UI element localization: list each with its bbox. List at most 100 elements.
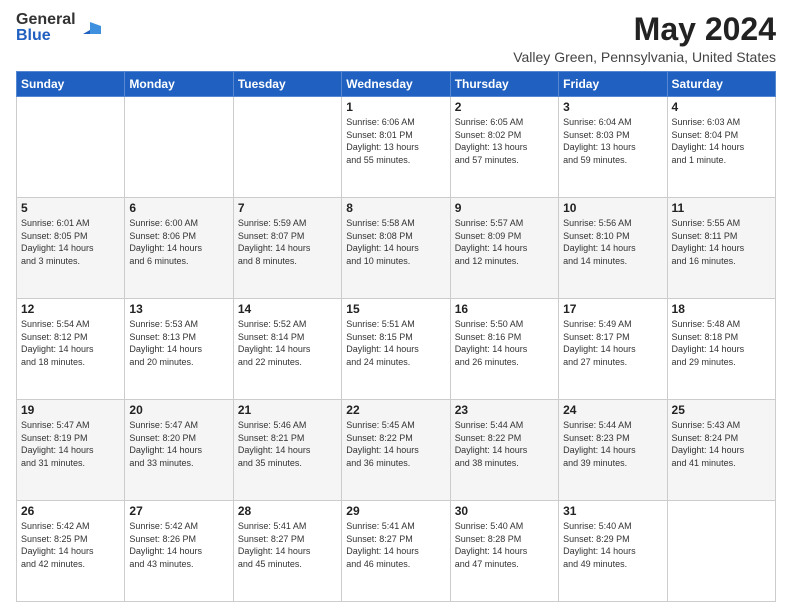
day-cell: 6 Sunrise: 6:00 AM Sunset: 8:06 PM Daylig… [125, 198, 233, 299]
col-monday: Monday [125, 72, 233, 97]
day-cell: 25Sunrise: 5:43 AM Sunset: 8:24 PM Dayli… [667, 400, 775, 501]
day-info: Sunrise: 5:44 AM Sunset: 8:22 PM Dayligh… [455, 419, 554, 469]
day-info: Sunrise: 5:48 AM Sunset: 8:18 PM Dayligh… [672, 318, 771, 368]
day-cell: 2Sunrise: 6:05 AM Sunset: 8:02 PM Daylig… [450, 97, 558, 198]
day-number: 4 [672, 100, 771, 114]
day-number: 30 [455, 504, 554, 518]
day-info: Sunrise: 5:41 AM Sunset: 8:27 PM Dayligh… [346, 520, 445, 570]
day-cell: 28Sunrise: 5:41 AM Sunset: 8:27 PM Dayli… [233, 501, 341, 602]
day-number: 17 [563, 302, 662, 316]
day-info: Sunrise: 5:45 AM Sunset: 8:22 PM Dayligh… [346, 419, 445, 469]
day-info: Sunrise: 5:52 AM Sunset: 8:14 PM Dayligh… [238, 318, 337, 368]
day-cell: 14 Sunrise: 5:52 AM Sunset: 8:14 PM Dayli… [233, 299, 341, 400]
day-number: 27 [129, 504, 228, 518]
day-info: Sunrise: 5:40 AM Sunset: 8:29 PM Dayligh… [563, 520, 662, 570]
day-info: Sunrise: 5:42 AM Sunset: 8:26 PM Dayligh… [129, 520, 228, 570]
title-block: May 2024 Valley Green, Pennsylvania, Uni… [513, 12, 776, 65]
day-info: Sunrise: 5:40 AM Sunset: 8:28 PM Dayligh… [455, 520, 554, 570]
day-cell [17, 97, 125, 198]
day-number: 24 [563, 403, 662, 417]
col-saturday: Saturday [667, 72, 775, 97]
logo-icon [79, 16, 101, 38]
day-info: Sunrise: 5:41 AM Sunset: 8:27 PM Dayligh… [238, 520, 337, 570]
week-row-1: 5 Sunrise: 6:01 AM Sunset: 8:05 PM Daylig… [17, 198, 776, 299]
day-info: Sunrise: 6:00 AM Sunset: 8:06 PM Dayligh… [129, 217, 228, 267]
day-number: 18 [672, 302, 771, 316]
day-cell: 11Sunrise: 5:55 AM Sunset: 8:11 PM Dayli… [667, 198, 775, 299]
day-cell: 15Sunrise: 5:51 AM Sunset: 8:15 PM Dayli… [342, 299, 450, 400]
day-number: 5 [21, 201, 120, 215]
day-number: 1 [346, 100, 445, 114]
day-info: Sunrise: 5:57 AM Sunset: 8:09 PM Dayligh… [455, 217, 554, 267]
day-cell: 31 Sunrise: 5:40 AM Sunset: 8:29 PM Dayli… [559, 501, 667, 602]
header-row: Sunday Monday Tuesday Wednesday Thursday… [17, 72, 776, 97]
day-info: Sunrise: 6:01 AM Sunset: 8:05 PM Dayligh… [21, 217, 120, 267]
day-number: 15 [346, 302, 445, 316]
day-cell: 22 Sunrise: 5:45 AM Sunset: 8:22 PM Dayli… [342, 400, 450, 501]
day-info: Sunrise: 5:58 AM Sunset: 8:08 PM Dayligh… [346, 217, 445, 267]
col-friday: Friday [559, 72, 667, 97]
day-info: Sunrise: 6:04 AM Sunset: 8:03 PM Dayligh… [563, 116, 662, 166]
day-cell: 29 Sunrise: 5:41 AM Sunset: 8:27 PM Dayli… [342, 501, 450, 602]
day-number: 14 [238, 302, 337, 316]
day-cell: 19Sunrise: 5:47 AM Sunset: 8:19 PM Dayli… [17, 400, 125, 501]
day-cell: 13 Sunrise: 5:53 AM Sunset: 8:13 PM Dayli… [125, 299, 233, 400]
day-cell: 9 Sunrise: 5:57 AM Sunset: 8:09 PM Daylig… [450, 198, 558, 299]
day-cell: 20Sunrise: 5:47 AM Sunset: 8:20 PM Dayli… [125, 400, 233, 501]
day-cell: 18 Sunrise: 5:48 AM Sunset: 8:18 PM Dayli… [667, 299, 775, 400]
day-cell: 21 Sunrise: 5:46 AM Sunset: 8:21 PM Dayli… [233, 400, 341, 501]
day-cell [233, 97, 341, 198]
calendar-body: 1 Sunrise: 6:06 AM Sunset: 8:01 PM Daylig… [17, 97, 776, 602]
week-row-0: 1 Sunrise: 6:06 AM Sunset: 8:01 PM Daylig… [17, 97, 776, 198]
day-number: 22 [346, 403, 445, 417]
day-number: 20 [129, 403, 228, 417]
day-cell [667, 501, 775, 602]
day-cell: 17 Sunrise: 5:49 AM Sunset: 8:17 PM Dayli… [559, 299, 667, 400]
day-number: 13 [129, 302, 228, 316]
col-wednesday: Wednesday [342, 72, 450, 97]
day-number: 3 [563, 100, 662, 114]
day-info: Sunrise: 5:46 AM Sunset: 8:21 PM Dayligh… [238, 419, 337, 469]
day-number: 19 [21, 403, 120, 417]
col-sunday: Sunday [17, 72, 125, 97]
day-cell: 27 Sunrise: 5:42 AM Sunset: 8:26 PM Dayli… [125, 501, 233, 602]
day-number: 21 [238, 403, 337, 417]
day-cell: 24 Sunrise: 5:44 AM Sunset: 8:23 PM Dayli… [559, 400, 667, 501]
week-row-4: 26Sunrise: 5:42 AM Sunset: 8:25 PM Dayli… [17, 501, 776, 602]
day-info: Sunrise: 5:44 AM Sunset: 8:23 PM Dayligh… [563, 419, 662, 469]
day-info: Sunrise: 5:56 AM Sunset: 8:10 PM Dayligh… [563, 217, 662, 267]
month-title: May 2024 [513, 12, 776, 47]
day-cell: 10 Sunrise: 5:56 AM Sunset: 8:10 PM Dayli… [559, 198, 667, 299]
logo: General Blue [16, 12, 101, 44]
day-number: 10 [563, 201, 662, 215]
day-info: Sunrise: 5:55 AM Sunset: 8:11 PM Dayligh… [672, 217, 771, 267]
day-number: 7 [238, 201, 337, 215]
day-info: Sunrise: 5:42 AM Sunset: 8:25 PM Dayligh… [21, 520, 120, 570]
day-cell: 1 Sunrise: 6:06 AM Sunset: 8:01 PM Daylig… [342, 97, 450, 198]
logo-text: General Blue [16, 12, 76, 44]
day-info: Sunrise: 5:43 AM Sunset: 8:24 PM Dayligh… [672, 419, 771, 469]
logo-general: General [16, 12, 76, 28]
day-number: 9 [455, 201, 554, 215]
day-number: 23 [455, 403, 554, 417]
day-cell: 4 Sunrise: 6:03 AM Sunset: 8:04 PM Daylig… [667, 97, 775, 198]
week-row-3: 19Sunrise: 5:47 AM Sunset: 8:19 PM Dayli… [17, 400, 776, 501]
day-number: 2 [455, 100, 554, 114]
day-info: Sunrise: 5:53 AM Sunset: 8:13 PM Dayligh… [129, 318, 228, 368]
day-number: 12 [21, 302, 120, 316]
day-cell: 12Sunrise: 5:54 AM Sunset: 8:12 PM Dayli… [17, 299, 125, 400]
day-info: Sunrise: 6:06 AM Sunset: 8:01 PM Dayligh… [346, 116, 445, 166]
location: Valley Green, Pennsylvania, United State… [513, 49, 776, 65]
day-info: Sunrise: 6:03 AM Sunset: 8:04 PM Dayligh… [672, 116, 771, 166]
day-number: 31 [563, 504, 662, 518]
day-cell: 7 Sunrise: 5:59 AM Sunset: 8:07 PM Daylig… [233, 198, 341, 299]
day-cell: 23 Sunrise: 5:44 AM Sunset: 8:22 PM Dayli… [450, 400, 558, 501]
day-number: 16 [455, 302, 554, 316]
day-info: Sunrise: 5:50 AM Sunset: 8:16 PM Dayligh… [455, 318, 554, 368]
calendar-table: Sunday Monday Tuesday Wednesday Thursday… [16, 71, 776, 602]
day-number: 29 [346, 504, 445, 518]
day-number: 6 [129, 201, 228, 215]
day-info: Sunrise: 5:59 AM Sunset: 8:07 PM Dayligh… [238, 217, 337, 267]
day-info: Sunrise: 5:49 AM Sunset: 8:17 PM Dayligh… [563, 318, 662, 368]
day-cell: 5 Sunrise: 6:01 AM Sunset: 8:05 PM Daylig… [17, 198, 125, 299]
